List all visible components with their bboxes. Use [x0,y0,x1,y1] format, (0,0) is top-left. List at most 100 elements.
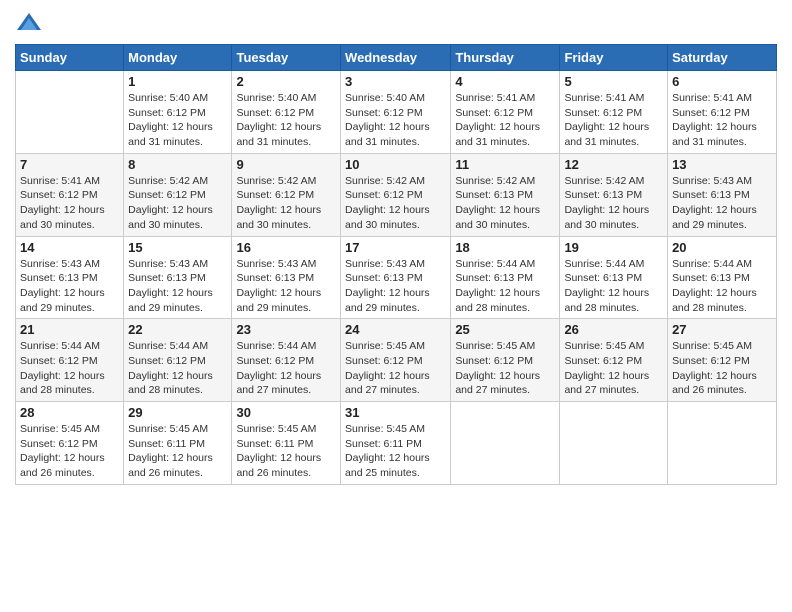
day-number: 7 [20,157,119,172]
col-monday: Monday [124,45,232,71]
calendar-cell: 12 Sunrise: 5:42 AMSunset: 6:13 PMDayligh… [560,153,668,236]
calendar-week-row: 28 Sunrise: 5:45 AMSunset: 6:12 PMDayligh… [16,402,777,485]
day-number: 12 [564,157,663,172]
day-info: Sunrise: 5:43 AMSunset: 6:13 PMDaylight:… [672,174,772,233]
day-number: 15 [128,240,227,255]
calendar-cell: 24 Sunrise: 5:45 AMSunset: 6:12 PMDayligh… [341,319,451,402]
day-number: 30 [236,405,336,420]
calendar-cell: 25 Sunrise: 5:45 AMSunset: 6:12 PMDayligh… [451,319,560,402]
calendar-cell: 18Sunrise: 5:44 AMSunset: 6:13 PMDayligh… [451,236,560,319]
day-info: Sunrise: 5:45 AMSunset: 6:12 PMDaylight:… [345,339,446,398]
day-info: Sunrise: 5:44 AMSunset: 6:12 PMDaylight:… [236,339,336,398]
day-info: Sunrise: 5:45 AMSunset: 6:12 PMDaylight:… [564,339,663,398]
day-number: 6 [672,74,772,89]
day-info: Sunrise: 5:40 AMSunset: 6:12 PMDaylight:… [236,91,336,150]
calendar-week-row: 1Sunrise: 5:40 AMSunset: 6:12 PMDaylight… [16,71,777,154]
day-info: Sunrise: 5:42 AMSunset: 6:13 PMDaylight:… [564,174,663,233]
calendar-cell: 6 Sunrise: 5:41 AMSunset: 6:12 PMDaylight… [668,71,777,154]
logo-icon [15,10,43,38]
day-info: Sunrise: 5:40 AMSunset: 6:12 PMDaylight:… [128,91,227,150]
calendar-cell: 31Sunrise: 5:45 AMSunset: 6:11 PMDayligh… [341,402,451,485]
col-thursday: Thursday [451,45,560,71]
day-info: Sunrise: 5:41 AMSunset: 6:12 PMDaylight:… [564,91,663,150]
calendar-cell: 30 Sunrise: 5:45 AMSunset: 6:11 PMDayligh… [232,402,341,485]
day-number: 2 [236,74,336,89]
col-tuesday: Tuesday [232,45,341,71]
header [15,10,777,38]
day-number: 20 [672,240,772,255]
day-number: 31 [345,405,446,420]
day-info: Sunrise: 5:43 AMSunset: 6:13 PMDaylight:… [20,257,119,316]
calendar-cell [451,402,560,485]
calendar-week-row: 21 Sunrise: 5:44 AMSunset: 6:12 PMDayligh… [16,319,777,402]
day-info: Sunrise: 5:41 AMSunset: 6:12 PMDaylight:… [455,91,555,150]
day-number: 14 [20,240,119,255]
day-number: 29 [128,405,227,420]
day-info: Sunrise: 5:42 AMSunset: 6:12 PMDaylight:… [345,174,446,233]
calendar-cell [668,402,777,485]
calendar-cell: 2 Sunrise: 5:40 AMSunset: 6:12 PMDaylight… [232,71,341,154]
day-number: 28 [20,405,119,420]
day-number: 26 [564,322,663,337]
col-wednesday: Wednesday [341,45,451,71]
calendar-cell [560,402,668,485]
day-info: Sunrise: 5:44 AMSunset: 6:13 PMDaylight:… [564,257,663,316]
calendar-cell: 15 Sunrise: 5:43 AMSunset: 6:13 PMDayligh… [124,236,232,319]
day-number: 9 [236,157,336,172]
calendar-cell: 26 Sunrise: 5:45 AMSunset: 6:12 PMDayligh… [560,319,668,402]
calendar-week-row: 7 Sunrise: 5:41 AMSunset: 6:12 PMDaylight… [16,153,777,236]
day-info: Sunrise: 5:42 AMSunset: 6:13 PMDaylight:… [455,174,555,233]
calendar-cell: 28 Sunrise: 5:45 AMSunset: 6:12 PMDayligh… [16,402,124,485]
calendar-week-row: 14 Sunrise: 5:43 AMSunset: 6:13 PMDayligh… [16,236,777,319]
calendar-cell: 14 Sunrise: 5:43 AMSunset: 6:13 PMDayligh… [16,236,124,319]
day-info: Sunrise: 5:43 AMSunset: 6:13 PMDaylight:… [128,257,227,316]
calendar-cell: 27Sunrise: 5:45 AMSunset: 6:12 PMDayligh… [668,319,777,402]
day-number: 5 [564,74,663,89]
calendar-cell: 19Sunrise: 5:44 AMSunset: 6:13 PMDayligh… [560,236,668,319]
day-info: Sunrise: 5:44 AMSunset: 6:12 PMDaylight:… [128,339,227,398]
day-number: 22 [128,322,227,337]
calendar-cell [16,71,124,154]
calendar-cell: 4 Sunrise: 5:41 AMSunset: 6:12 PMDaylight… [451,71,560,154]
day-info: Sunrise: 5:44 AMSunset: 6:13 PMDaylight:… [455,257,555,316]
calendar-cell: 20 Sunrise: 5:44 AMSunset: 6:13 PMDayligh… [668,236,777,319]
day-info: Sunrise: 5:41 AMSunset: 6:12 PMDaylight:… [672,91,772,150]
calendar-cell: 17Sunrise: 5:43 AMSunset: 6:13 PMDayligh… [341,236,451,319]
day-number: 11 [455,157,555,172]
calendar-cell: 1Sunrise: 5:40 AMSunset: 6:12 PMDaylight… [124,71,232,154]
calendar-cell: 3Sunrise: 5:40 AMSunset: 6:12 PMDaylight… [341,71,451,154]
logo [15,10,47,38]
day-info: Sunrise: 5:45 AMSunset: 6:11 PMDaylight:… [128,422,227,481]
calendar-cell: 21 Sunrise: 5:44 AMSunset: 6:12 PMDayligh… [16,319,124,402]
day-number: 16 [236,240,336,255]
calendar-table: Sunday Monday Tuesday Wednesday Thursday… [15,44,777,485]
col-friday: Friday [560,45,668,71]
day-info: Sunrise: 5:45 AMSunset: 6:11 PMDaylight:… [236,422,336,481]
day-info: Sunrise: 5:45 AMSunset: 6:12 PMDaylight:… [455,339,555,398]
day-info: Sunrise: 5:44 AMSunset: 6:13 PMDaylight:… [672,257,772,316]
day-number: 13 [672,157,772,172]
day-number: 21 [20,322,119,337]
day-info: Sunrise: 5:41 AMSunset: 6:12 PMDaylight:… [20,174,119,233]
calendar-cell: 9Sunrise: 5:42 AMSunset: 6:12 PMDaylight… [232,153,341,236]
calendar-cell: 13 Sunrise: 5:43 AMSunset: 6:13 PMDayligh… [668,153,777,236]
calendar-cell: 22 Sunrise: 5:44 AMSunset: 6:12 PMDayligh… [124,319,232,402]
col-saturday: Saturday [668,45,777,71]
day-number: 23 [236,322,336,337]
day-number: 10 [345,157,446,172]
calendar-cell: 5 Sunrise: 5:41 AMSunset: 6:12 PMDaylight… [560,71,668,154]
day-info: Sunrise: 5:43 AMSunset: 6:13 PMDaylight:… [236,257,336,316]
calendar-cell: 16 Sunrise: 5:43 AMSunset: 6:13 PMDayligh… [232,236,341,319]
col-sunday: Sunday [16,45,124,71]
day-number: 24 [345,322,446,337]
calendar-cell: 29 Sunrise: 5:45 AMSunset: 6:11 PMDayligh… [124,402,232,485]
day-info: Sunrise: 5:40 AMSunset: 6:12 PMDaylight:… [345,91,446,150]
day-info: Sunrise: 5:45 AMSunset: 6:12 PMDaylight:… [20,422,119,481]
day-number: 4 [455,74,555,89]
calendar-header-row: Sunday Monday Tuesday Wednesday Thursday… [16,45,777,71]
calendar-cell: 7 Sunrise: 5:41 AMSunset: 6:12 PMDaylight… [16,153,124,236]
day-info: Sunrise: 5:44 AMSunset: 6:12 PMDaylight:… [20,339,119,398]
day-number: 25 [455,322,555,337]
calendar-cell: 11 Sunrise: 5:42 AMSunset: 6:13 PMDayligh… [451,153,560,236]
day-info: Sunrise: 5:45 AMSunset: 6:12 PMDaylight:… [672,339,772,398]
